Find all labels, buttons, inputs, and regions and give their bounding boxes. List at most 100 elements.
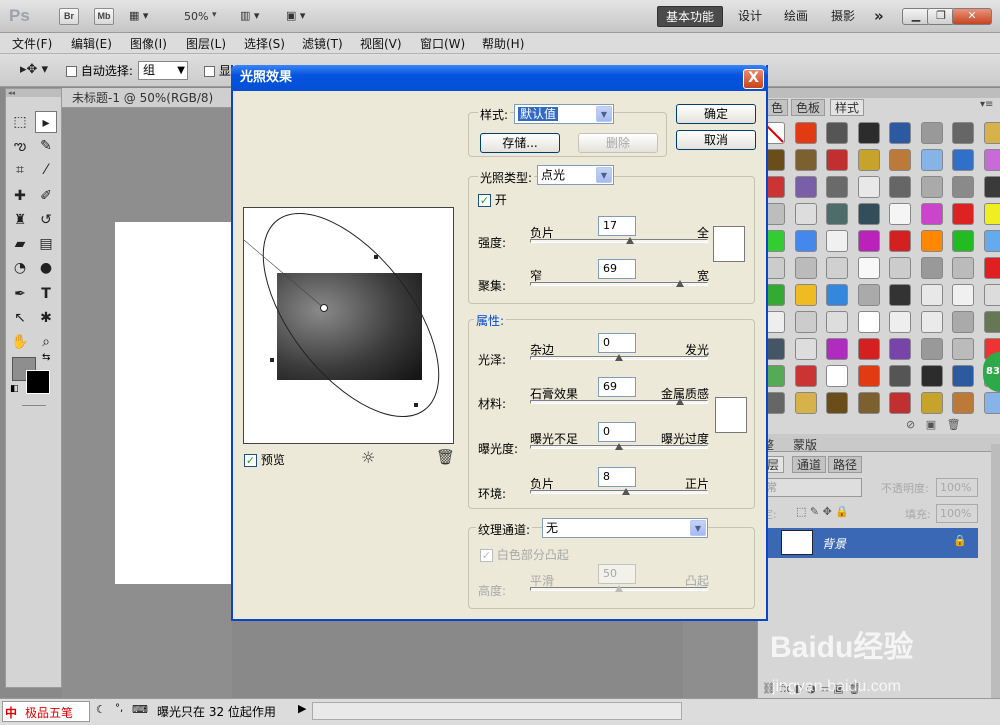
cancel-button[interactable]: 取消: [676, 130, 756, 150]
layer-row-background[interactable]: 背景 🔒: [768, 528, 978, 558]
app-close-button[interactable]: ✕: [952, 8, 992, 25]
focus-slider-thumb[interactable]: [675, 280, 684, 287]
tab-color[interactable]: 色: [766, 99, 789, 116]
style-swatch[interactable]: [920, 230, 943, 252]
document-tab[interactable]: 未标题-1 @ 50%(RGB/8): [62, 88, 232, 108]
style-swatch[interactable]: [952, 257, 974, 279]
panel-menu-icon[interactable]: ▾≡: [980, 99, 993, 110]
intensity-slider-track[interactable]: [530, 239, 708, 243]
style-swatch[interactable]: [826, 311, 848, 333]
style-swatch[interactable]: [952, 365, 974, 387]
style-swatch[interactable]: [952, 230, 974, 252]
style-swatch[interactable]: [889, 230, 911, 252]
style-swatch[interactable]: [826, 284, 848, 306]
style-swatch[interactable]: [952, 338, 974, 360]
history-brush-tool-icon[interactable]: ↺: [35, 209, 57, 231]
texture-select[interactable]: 无 ▼: [542, 518, 708, 538]
layers-scrollbar[interactable]: [991, 444, 1000, 704]
move-tool-icon[interactable]: ▸✥ ▾: [20, 62, 48, 77]
stamp-tool-icon[interactable]: ♜: [9, 209, 31, 231]
more-workspaces-button[interactable]: »: [866, 6, 892, 27]
style-select[interactable]: 默认值 ▼: [514, 104, 614, 124]
zoom-level[interactable]: 50%: [184, 10, 208, 23]
style-swatch[interactable]: [857, 338, 880, 360]
light-color-swatch[interactable]: [713, 226, 745, 262]
style-swatch[interactable]: [920, 176, 943, 198]
style-swatch[interactable]: [983, 311, 1000, 333]
style-swatch[interactable]: [794, 392, 817, 414]
eraser-tool-icon[interactable]: ▰: [9, 233, 31, 255]
status-arrow-icon[interactable]: ▶: [298, 702, 306, 715]
pen-tool-icon[interactable]: ✒: [9, 283, 31, 305]
light-handle-left[interactable]: [270, 358, 274, 362]
fill-field[interactable]: 100%: [936, 504, 978, 523]
style-swatch[interactable]: [826, 149, 848, 171]
show-transform-option[interactable]: 显: [204, 62, 231, 79]
workspace-photography[interactable]: 摄影: [823, 6, 863, 27]
dodge-tool-icon[interactable]: ●: [35, 257, 57, 279]
style-swatch[interactable]: [920, 122, 943, 144]
style-swatch[interactable]: [857, 122, 880, 144]
light-handle-bottom[interactable]: [414, 403, 418, 407]
minimize-button[interactable]: ▁: [902, 8, 930, 25]
panel-collapse-icon[interactable]: ◂◂: [6, 89, 61, 97]
healing-tool-icon[interactable]: ✚: [9, 185, 31, 207]
background-color-swatch[interactable]: [26, 370, 50, 394]
blend-mode-select[interactable]: 常: [762, 478, 862, 497]
hand-tool-icon[interactable]: ✋: [9, 331, 31, 353]
light-handle-top[interactable]: [374, 255, 378, 259]
ime-moon-icon[interactable]: ☾: [96, 703, 106, 716]
style-swatch[interactable]: [952, 176, 974, 198]
menu-select[interactable]: 选择(S): [244, 35, 285, 52]
style-swatch[interactable]: [794, 203, 817, 225]
style-swatch[interactable]: [857, 311, 880, 333]
type-tool-icon[interactable]: T: [35, 283, 57, 305]
trash-icon[interactable]: 🗑: [436, 448, 455, 466]
swap-colors-icon[interactable]: ⇆: [42, 352, 50, 363]
style-swatch[interactable]: [983, 257, 1000, 279]
show-transform-checkbox[interactable]: [204, 66, 215, 77]
style-swatch[interactable]: [857, 284, 880, 306]
eyedropper-tool-icon[interactable]: ⁄: [35, 159, 57, 181]
style-swatch[interactable]: [920, 257, 943, 279]
move-tool-icon[interactable]: ▸: [35, 111, 57, 133]
tab-swatches[interactable]: 色板: [791, 99, 826, 116]
menu-layer[interactable]: 图层(L): [186, 35, 226, 52]
auto-select-option[interactable]: 自动选择:: [66, 62, 133, 79]
path-select-tool-icon[interactable]: ↖: [9, 307, 31, 329]
workspace-design[interactable]: 设计: [730, 6, 770, 27]
style-swatch[interactable]: [794, 176, 817, 198]
style-swatch[interactable]: [983, 203, 1000, 225]
brush-tool-icon[interactable]: ✐: [35, 185, 57, 207]
shape-tool-icon[interactable]: ✱: [35, 307, 57, 329]
style-swatch[interactable]: [826, 203, 848, 225]
menu-filter[interactable]: 滤镜(T): [302, 35, 343, 52]
style-swatch[interactable]: [857, 392, 880, 414]
auto-select-checkbox[interactable]: [66, 66, 77, 77]
style-swatch[interactable]: [826, 338, 848, 360]
gradient-tool-icon[interactable]: ▤: [35, 233, 57, 255]
style-swatch[interactable]: [889, 365, 911, 387]
style-swatch[interactable]: [889, 284, 911, 306]
ime-punct-icon[interactable]: °,: [115, 703, 123, 714]
style-swatch[interactable]: [920, 149, 943, 171]
horizontal-scrollbar[interactable]: [312, 702, 682, 720]
light-type-select[interactable]: 点光 ▼: [537, 165, 614, 185]
style-swatch[interactable]: [826, 230, 848, 252]
tab-styles[interactable]: 样式: [830, 99, 865, 116]
style-swatch[interactable]: [952, 311, 974, 333]
intensity-value-field[interactable]: 17: [598, 216, 636, 236]
menu-image[interactable]: 图像(I): [130, 35, 167, 52]
crop-tool-icon[interactable]: ⌗: [9, 159, 31, 181]
auto-select-mode-select[interactable]: 组 ▼: [138, 61, 188, 80]
style-swatch[interactable]: [952, 284, 974, 306]
style-swatch[interactable]: [794, 122, 817, 144]
menu-file[interactable]: 文件(F): [12, 35, 52, 52]
preview-option[interactable]: ✓ 预览: [244, 451, 285, 468]
style-swatch[interactable]: [983, 122, 1000, 144]
blur-tool-icon[interactable]: ◔: [9, 257, 31, 279]
style-swatch[interactable]: [889, 392, 911, 414]
style-swatch[interactable]: [889, 311, 911, 333]
view-extras-icon[interactable]: ▦ ▾: [129, 9, 159, 25]
tab-masks[interactable]: 蒙版: [793, 436, 817, 453]
